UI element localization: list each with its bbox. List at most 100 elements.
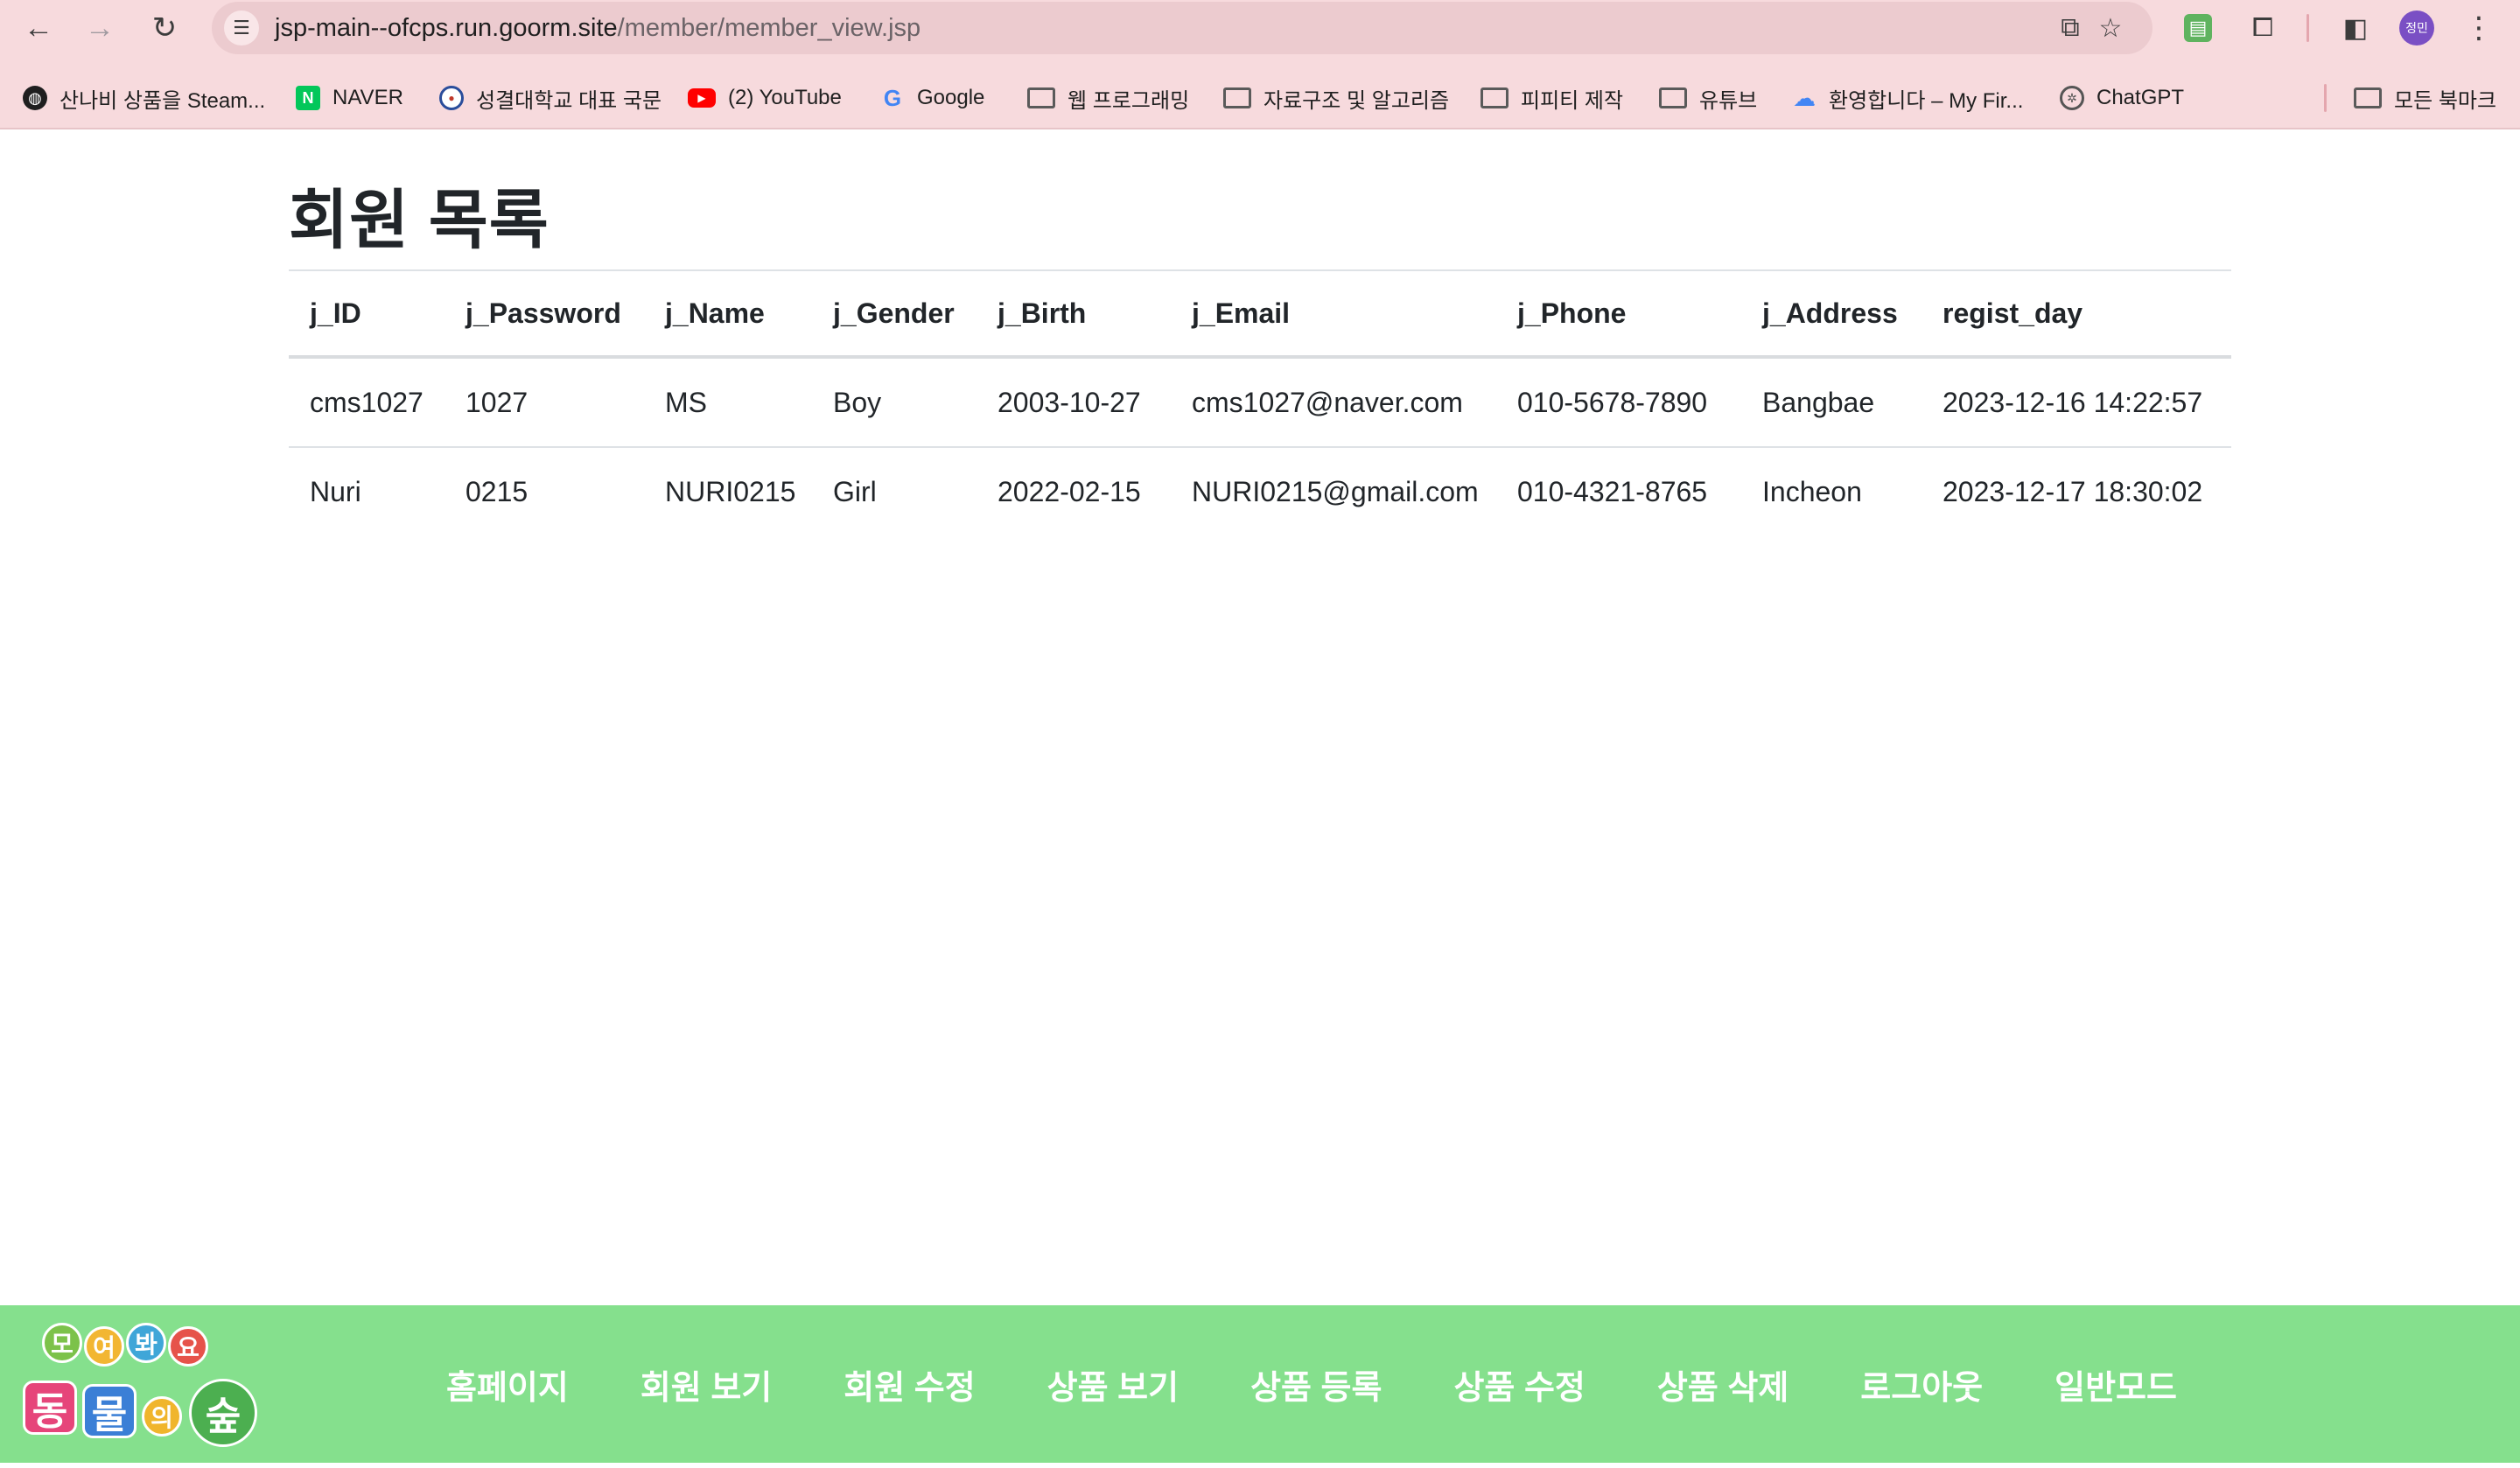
- folder-icon: [2354, 87, 2382, 108]
- column-header: j_Name: [644, 271, 812, 359]
- footer-nav-bar: 모 여 봐 요 동 물 의 숲 홈페이지 회원 보기 회원 수정 상품 보기 상…: [0, 1305, 2520, 1463]
- naver-icon: N: [296, 86, 320, 110]
- logo-char: 봐: [126, 1323, 166, 1363]
- nav-member-edit[interactable]: 회원 수정: [844, 1360, 975, 1409]
- bookmarks-bar: ◍ 산나비 상품을 Steam... N NAVER ● 성결대학교 대표 국문…: [0, 77, 2520, 119]
- bookmark-star-icon[interactable]: ☆: [2093, 10, 2128, 45]
- bookmark-label: 산나비 상품을 Steam...: [60, 88, 266, 113]
- bookmark-label: 피피티 제작: [1521, 88, 1624, 113]
- bookmark-label: 모든 북마크: [2394, 88, 2497, 113]
- column-header: regist_day: [1922, 271, 2231, 359]
- table-row: cms1027 1027 MS Boy 2003-10-27 cms1027@n…: [289, 357, 2231, 448]
- folder-icon: [1480, 87, 1508, 108]
- bookmarks-divider: [2324, 84, 2327, 112]
- university-icon: ●: [439, 86, 464, 110]
- bookmark-label: (2) YouTube: [728, 86, 842, 109]
- nav-product-edit[interactable]: 상품 수정: [1453, 1360, 1585, 1409]
- nav-product-add[interactable]: 상품 등록: [1250, 1360, 1382, 1409]
- table-header-row: j_ID j_Password j_Name j_Gender j_Birth …: [289, 271, 2231, 359]
- cell-address: Bangbae: [1741, 357, 1922, 448]
- bookmark-item[interactable]: ▶ (2) YouTube: [688, 77, 842, 119]
- cell-password: 0215: [466, 476, 528, 507]
- column-header: j_Phone: [1496, 271, 1741, 359]
- all-bookmarks-folder[interactable]: 모든 북마크: [2354, 77, 2496, 119]
- cell-address: Incheon: [1762, 476, 1862, 507]
- cell-phone: 010-5678-7890: [1496, 357, 1741, 448]
- column-header: j_Address: [1741, 271, 1922, 359]
- google-icon: G: [883, 84, 902, 111]
- side-panel-icon[interactable]: ◧: [2338, 10, 2373, 45]
- logo-char: 물: [82, 1384, 136, 1438]
- cell-id: cms1027: [289, 357, 444, 448]
- folder-icon: [1027, 87, 1055, 108]
- column-header: j_Gender: [812, 271, 976, 359]
- bookmark-label: 환영합니다 – My Fir...: [1829, 88, 2024, 113]
- url-host: jsp-main--ofcps.run.goorm.site: [275, 14, 618, 42]
- bookmark-label: 성결대학교 대표 국문: [476, 88, 662, 113]
- extension-green-icon[interactable]: ▤: [2184, 14, 2212, 42]
- folder-icon: [1659, 87, 1687, 108]
- reload-icon[interactable]: ↻: [145, 9, 184, 47]
- folder-icon: [1223, 87, 1251, 108]
- bookmark-label: 자료구조 및 알고리즘: [1264, 88, 1450, 113]
- bookmark-item[interactable]: G Google: [880, 77, 985, 119]
- cell-birth: 2003-10-27: [976, 357, 1171, 448]
- animal-crossing-logo[interactable]: 모 여 봐 요 동 물 의 숲: [18, 1318, 271, 1458]
- nav-normal-mode[interactable]: 일반모드: [2054, 1360, 2177, 1409]
- globe-icon: ◍: [23, 86, 47, 110]
- url-text[interactable]: jsp-main--ofcps.run.goorm.site/member/me…: [275, 14, 920, 43]
- bookmark-item[interactable]: N NAVER: [296, 77, 403, 119]
- cell-name: MS: [644, 357, 812, 448]
- logo-char: 요: [168, 1326, 208, 1367]
- nav-product-view[interactable]: 상품 보기: [1047, 1360, 1179, 1409]
- address-bar[interactable]: ☰ jsp-main--ofcps.run.goorm.site/member/…: [212, 2, 2152, 54]
- logo-char: 숲: [189, 1379, 257, 1447]
- profile-avatar[interactable]: 정민: [2399, 10, 2434, 45]
- bookmark-item[interactable]: ☁ 환영합니다 – My Fir...: [1792, 77, 2023, 119]
- footer-nav: 홈페이지 회원 보기 회원 수정 상품 보기 상품 등록 상품 수정 상품 삭제…: [446, 1305, 2249, 1463]
- page-title: 회원 목록: [289, 184, 550, 256]
- translate-icon[interactable]: ⧉: [2053, 10, 2088, 45]
- bookmark-item[interactable]: ✲ ChatGPT: [2060, 77, 2184, 119]
- bookmark-label: 유튜브: [1699, 88, 1758, 113]
- bookmark-label: NAVER: [332, 86, 403, 109]
- bookmark-folder[interactable]: 피피티 제작: [1480, 77, 1623, 119]
- logo-char: 여: [84, 1326, 124, 1367]
- nav-logout[interactable]: 로그아웃: [1860, 1360, 1983, 1409]
- logo-char: 모: [42, 1323, 82, 1363]
- cell-id: Nuri: [310, 476, 361, 507]
- menu-kebab-icon[interactable]: ⋮: [2464, 9, 2494, 47]
- bookmark-folder[interactable]: 유튜브: [1659, 77, 1757, 119]
- logo-char: 동: [23, 1381, 77, 1435]
- nav-product-delete[interactable]: 상품 삭제: [1657, 1360, 1788, 1409]
- column-header: j_ID: [289, 271, 444, 359]
- bookmark-folder[interactable]: 웹 프로그래밍: [1027, 77, 1189, 119]
- extensions-puzzle-icon[interactable]: ⧠: [2245, 10, 2280, 45]
- table-row: Nuri 0215 NURI0215 Girl 2022-02-15 NURI0…: [289, 447, 2231, 535]
- nav-member-view[interactable]: 회원 보기: [640, 1360, 772, 1409]
- cell-email: cms1027@naver.com: [1171, 357, 1496, 448]
- back-arrow-icon[interactable]: ←: [19, 9, 58, 47]
- cell-birth: 2022-02-15: [998, 476, 1141, 507]
- forward-arrow-icon[interactable]: →: [80, 9, 119, 47]
- cell-name: NURI0215: [665, 476, 796, 507]
- cell-password: 1027: [444, 357, 644, 448]
- member-table: j_ID j_Password j_Name j_Gender j_Birth …: [289, 271, 2231, 535]
- bookmark-item[interactable]: ◍ 산나비 상품을 Steam...: [23, 77, 265, 119]
- cell-gender: Girl: [833, 476, 877, 507]
- site-info-icon[interactable]: ☰: [224, 10, 259, 45]
- browser-toolbar: ← → ↻ ☰ jsp-main--ofcps.run.goorm.site/m…: [0, 0, 2520, 56]
- cell-gender: Boy: [812, 357, 976, 448]
- nav-home[interactable]: 홈페이지: [446, 1360, 569, 1409]
- cell-phone: 010-4321-8765: [1517, 476, 1708, 507]
- toolbar-divider: [2306, 14, 2309, 42]
- url-path: /member/member_view.jsp: [617, 14, 921, 42]
- bookmark-label: 웹 프로그래밍: [1068, 88, 1190, 113]
- cloud-icon: ☁: [1793, 84, 1816, 111]
- cell-regist-day: 2023-12-16 14:22:57: [1922, 357, 2231, 448]
- bookmark-folder[interactable]: 자료구조 및 알고리즘: [1223, 77, 1449, 119]
- column-header: j_Password: [444, 271, 644, 359]
- bookmark-label: Google: [917, 86, 985, 109]
- chatgpt-icon: ✲: [2060, 86, 2084, 110]
- bookmark-item[interactable]: ● 성결대학교 대표 국문: [439, 77, 662, 119]
